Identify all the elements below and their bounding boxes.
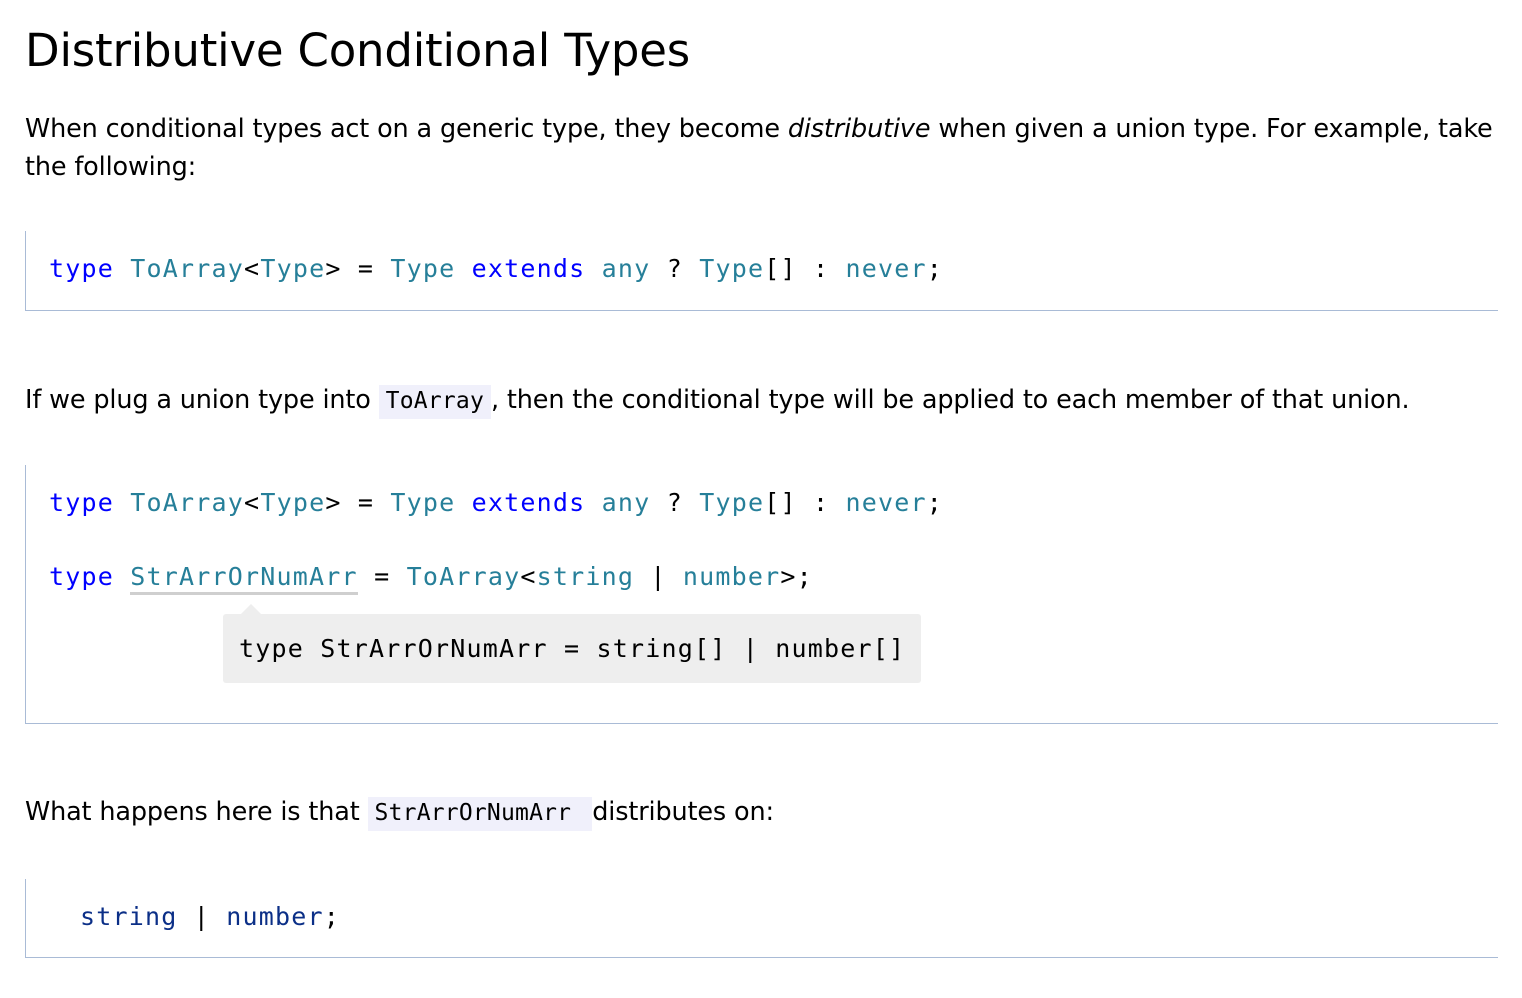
type-ref[interactable]: Type <box>699 488 764 517</box>
keyword-never: never <box>845 488 927 517</box>
keyword-number: number <box>682 562 781 591</box>
type-ref[interactable]: Type <box>699 254 764 283</box>
para-text: distributes on: <box>592 797 774 827</box>
keyword-type: type <box>49 562 115 591</box>
intro-text-start: When conditional types act on a generic … <box>25 114 788 144</box>
type-param[interactable]: Type <box>260 254 325 283</box>
keyword-any: any <box>601 254 651 283</box>
punct: = <box>341 488 391 517</box>
code-line: string | number; <box>80 901 340 933</box>
type-ref[interactable]: ToArray <box>407 562 521 591</box>
punct: = <box>357 562 407 591</box>
code-block-toarray: type ToArray<Type> = Type extends any ? … <box>25 231 1498 311</box>
punct: ; <box>926 488 944 517</box>
para-text: What happens here is that <box>25 797 368 827</box>
intro-emphasis: distributive <box>787 114 931 144</box>
union-paragraph: If we plug a union type into ToArray, th… <box>25 381 1410 420</box>
keyword-string: string <box>80 902 178 931</box>
punct: > <box>325 488 342 517</box>
inline-code-strarrornumarr: StrArrOrNumArr <box>367 797 593 831</box>
keyword-extends: extends <box>471 254 586 283</box>
punct: < <box>244 488 261 517</box>
punct: > <box>325 254 342 283</box>
punct: [] : <box>764 254 846 283</box>
keyword-number: number <box>226 902 324 931</box>
keyword-type: type <box>49 488 115 517</box>
keyword-any: any <box>601 488 651 517</box>
keyword-never: never <box>845 254 927 283</box>
keyword-type: type <box>49 254 115 283</box>
punct: = <box>341 254 391 283</box>
punct: ? <box>650 254 700 283</box>
code-line: type ToArray<Type> = Type extends any ? … <box>49 487 943 519</box>
punct: < <box>244 254 261 283</box>
type-name-hovered[interactable]: StrArrOrNumArr <box>130 562 358 595</box>
punct: ? <box>650 488 700 517</box>
type-param[interactable]: Type <box>260 488 325 517</box>
code-block-strarrornumarr: type ToArray<Type> = Type extends any ? … <box>25 465 1498 724</box>
page: Distributive Conditional Types When cond… <box>0 0 1522 998</box>
inline-code-toarray: ToArray <box>378 385 492 419</box>
code-block-union: string | number; <box>25 879 1498 958</box>
type-name[interactable]: ToArray <box>130 254 244 283</box>
punct: | <box>177 902 227 931</box>
punct: >; <box>780 562 813 591</box>
keyword-extends: extends <box>471 488 586 517</box>
code-line: type StrArrOrNumArr = ToArray<string | n… <box>49 561 813 595</box>
page-title: Distributive Conditional Types <box>25 24 691 77</box>
type-name[interactable]: ToArray <box>130 488 244 517</box>
para-text: , then the conditional type will be appl… <box>491 385 1410 415</box>
intro-paragraph: When conditional types act on a generic … <box>25 110 1505 186</box>
punct: ; <box>926 254 944 283</box>
type-ref[interactable]: Type <box>390 488 455 517</box>
distributes-paragraph: What happens here is that StrArrOrNumArr… <box>25 793 774 832</box>
punct: | <box>634 562 683 591</box>
type-hover-tooltip: type StrArrOrNumArr = string[] | number[… <box>223 604 922 683</box>
punct: < <box>520 562 537 591</box>
keyword-string: string <box>536 562 635 591</box>
type-ref[interactable]: Type <box>390 254 455 283</box>
code-line: type ToArray<Type> = Type extends any ? … <box>49 253 943 285</box>
para-text: If we plug a union type into <box>25 385 379 415</box>
punct: [] : <box>764 488 846 517</box>
punct: ; <box>323 902 341 931</box>
